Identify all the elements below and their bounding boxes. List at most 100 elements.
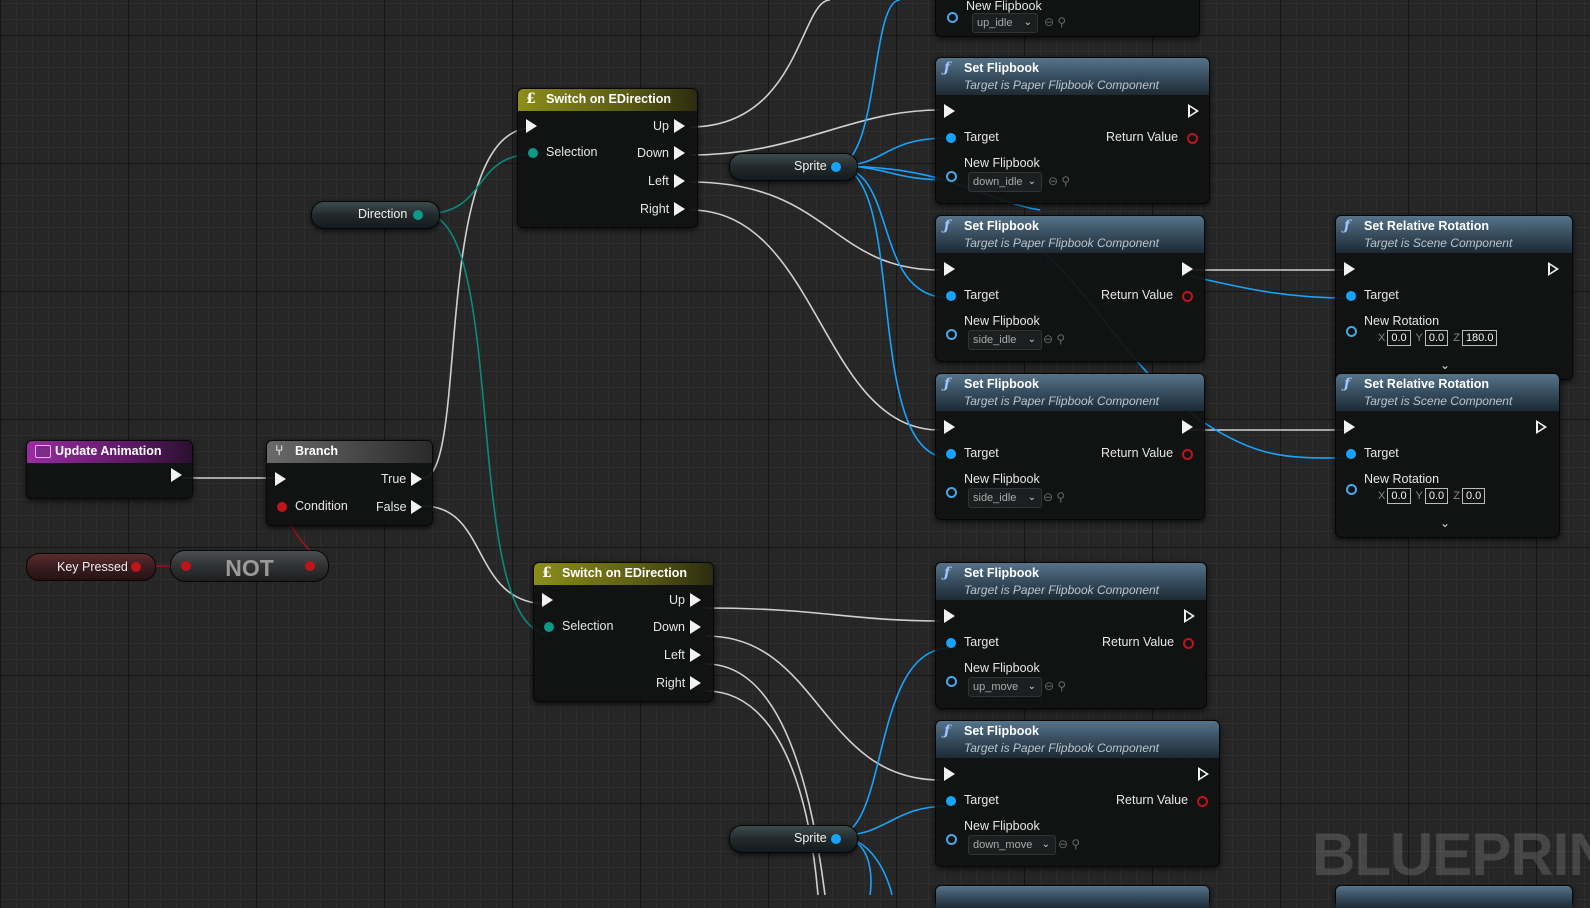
exec-in-pin[interactable] (1344, 420, 1355, 434)
exec-in-pin[interactable] (542, 593, 553, 607)
new-flipbook-pin[interactable] (947, 12, 958, 23)
flipbook-dropdown[interactable]: side_idle ⌄ (968, 330, 1042, 350)
set-flipbook-node[interactable]: ƒ Set Flipbook Target is Paper Flipbook … (935, 562, 1207, 709)
condition-pin[interactable] (277, 502, 287, 512)
z-field[interactable]: 180.0 (1461, 330, 1498, 346)
sprite-out-pin[interactable] (831, 162, 841, 172)
selection-pin[interactable] (544, 622, 554, 632)
exec-in-pin[interactable] (944, 420, 955, 434)
exec-in-pin[interactable] (1344, 262, 1355, 276)
exec-in-pin[interactable] (944, 767, 955, 781)
new-rotation-pin[interactable] (1346, 484, 1357, 495)
set-flipbook-node[interactable]: ƒ Set Flipbook Target is Paper Flipbook … (935, 720, 1220, 867)
exec-out-pin[interactable] (1188, 104, 1199, 118)
exec-out-pin[interactable] (171, 468, 182, 482)
x-field[interactable]: 0.0 (1387, 330, 1411, 346)
up-exec-pin[interactable] (690, 593, 701, 607)
exec-in-pin[interactable] (275, 472, 286, 486)
exec-out-pin[interactable] (1184, 609, 1195, 623)
target-pin[interactable] (1346, 449, 1356, 459)
branch-node[interactable]: ⑂ Branch True Condition False (266, 440, 433, 526)
dropdown-value: up_move (973, 681, 1019, 693)
sprite-out-pin[interactable] (831, 834, 841, 844)
set-flipbook-node-partial[interactable]: New Flipbook up_idle ⌄ ⊖ ⚲ (935, 0, 1200, 37)
right-exec-pin[interactable] (690, 676, 701, 690)
up-exec-pin[interactable] (674, 119, 685, 133)
new-flipbook-pin[interactable] (946, 834, 957, 845)
flipbook-dropdown[interactable]: down_idle ⌄ (968, 172, 1042, 192)
direction-out-pin[interactable] (413, 210, 423, 220)
node-title: Set Flipbook (964, 566, 1039, 580)
exec-wire (689, 109, 941, 156)
set-flipbook-node[interactable]: ƒ Set Flipbook Target is Paper Flipbook … (935, 57, 1210, 204)
target-pin[interactable] (946, 133, 956, 143)
key-pressed-out-pin[interactable] (131, 562, 141, 572)
exec-out-pin[interactable] (1548, 262, 1559, 276)
new-rotation-pin[interactable] (1346, 326, 1357, 337)
left-exec-pin[interactable] (674, 174, 685, 188)
target-pin[interactable] (946, 638, 956, 648)
key-pressed-node[interactable]: Key Pressed (26, 553, 156, 581)
switch-on-edirection-node[interactable]: £ Switch on EDirection Selection Up Down… (533, 562, 714, 702)
browse-icons[interactable]: ⊖ ⚲ (1048, 174, 1070, 188)
return-value-pin[interactable] (1187, 133, 1198, 144)
browse-icons[interactable]: ⊖ ⚲ (1043, 332, 1065, 346)
browse-icons[interactable]: ⊖ ⚲ (1044, 679, 1066, 693)
browse-icons[interactable]: ⊖ ⚲ (1044, 15, 1066, 29)
flipbook-dropdown[interactable]: up_move ⌄ (968, 677, 1042, 697)
false-exec-pin[interactable] (411, 500, 422, 514)
flipbook-dropdown[interactable]: side_idle ⌄ (968, 488, 1042, 508)
true-exec-pin[interactable] (411, 472, 422, 486)
exec-in-pin[interactable] (944, 609, 955, 623)
right-exec-pin[interactable] (674, 202, 685, 216)
browse-icons[interactable]: ⊖ ⚲ (1043, 490, 1065, 504)
exec-in-pin[interactable] (526, 119, 537, 133)
sprite-variable-node[interactable]: Sprite (729, 825, 858, 853)
y-field[interactable]: 0.0 (1424, 330, 1449, 346)
y-field[interactable]: 0.0 (1424, 488, 1449, 504)
switch-on-edirection-node[interactable]: £ Switch on EDirection Selection Up Down… (517, 88, 698, 228)
expand-chevron-icon[interactable]: ⌄ (1440, 358, 1450, 372)
set-relative-rotation-node[interactable]: ƒ Set Relative Rotation Target is Scene … (1335, 373, 1560, 538)
target-pin[interactable] (946, 449, 956, 459)
sprite-variable-node[interactable]: Sprite (729, 153, 858, 181)
new-flipbook-pin[interactable] (946, 329, 957, 340)
exec-in-pin[interactable] (944, 104, 955, 118)
exec-in-pin[interactable] (944, 262, 955, 276)
not-node[interactable]: NOT (170, 550, 329, 582)
return-value-pin[interactable] (1183, 638, 1194, 649)
rotation-vector-fields[interactable]: X 0.0 Y 0.0 Z 0.0 (1378, 488, 1487, 504)
left-exec-pin[interactable] (690, 648, 701, 662)
flipbook-dropdown[interactable]: up_idle ⌄ (972, 13, 1038, 33)
set-relative-rotation-node[interactable]: ƒ Set Relative Rotation Target is Scene … (1335, 215, 1573, 380)
new-flipbook-pin[interactable] (946, 487, 957, 498)
exec-out-pin[interactable] (1536, 420, 1547, 434)
set-flipbook-node[interactable]: ƒ Set Flipbook Target is Paper Flipbook … (935, 215, 1205, 362)
target-pin[interactable] (946, 291, 956, 301)
flipbook-dropdown[interactable]: down_move ⌄ (968, 835, 1056, 855)
return-value-pin[interactable] (1182, 291, 1193, 302)
selection-pin[interactable] (528, 148, 538, 158)
z-field[interactable]: 0.0 (1461, 488, 1486, 504)
return-value-pin[interactable] (1197, 796, 1208, 807)
new-flipbook-pin[interactable] (946, 171, 957, 182)
exec-out-pin[interactable] (1182, 420, 1193, 434)
exec-out-pin[interactable] (1182, 262, 1193, 276)
target-pin[interactable] (946, 796, 956, 806)
node-title: Switch on EDirection (546, 92, 672, 106)
direction-variable-node[interactable]: Direction (311, 201, 440, 229)
exec-out-pin[interactable] (1198, 767, 1209, 781)
update-animation-node[interactable]: Update Animation (26, 440, 193, 499)
not-out-pin[interactable] (305, 561, 315, 571)
down-exec-pin[interactable] (674, 146, 685, 160)
expand-chevron-icon[interactable]: ⌄ (1440, 516, 1450, 530)
x-field[interactable]: 0.0 (1387, 488, 1411, 504)
return-value-pin[interactable] (1182, 449, 1193, 460)
new-flipbook-pin[interactable] (946, 676, 957, 687)
target-pin[interactable] (1346, 291, 1356, 301)
down-exec-pin[interactable] (690, 620, 701, 634)
set-flipbook-node-partial[interactable] (935, 885, 1210, 908)
rotation-vector-fields[interactable]: X 0.0 Y 0.0 Z 180.0 (1378, 330, 1499, 346)
browse-icons[interactable]: ⊖ ⚲ (1058, 837, 1080, 851)
set-flipbook-node[interactable]: ƒ Set Flipbook Target is Paper Flipbook … (935, 373, 1205, 520)
